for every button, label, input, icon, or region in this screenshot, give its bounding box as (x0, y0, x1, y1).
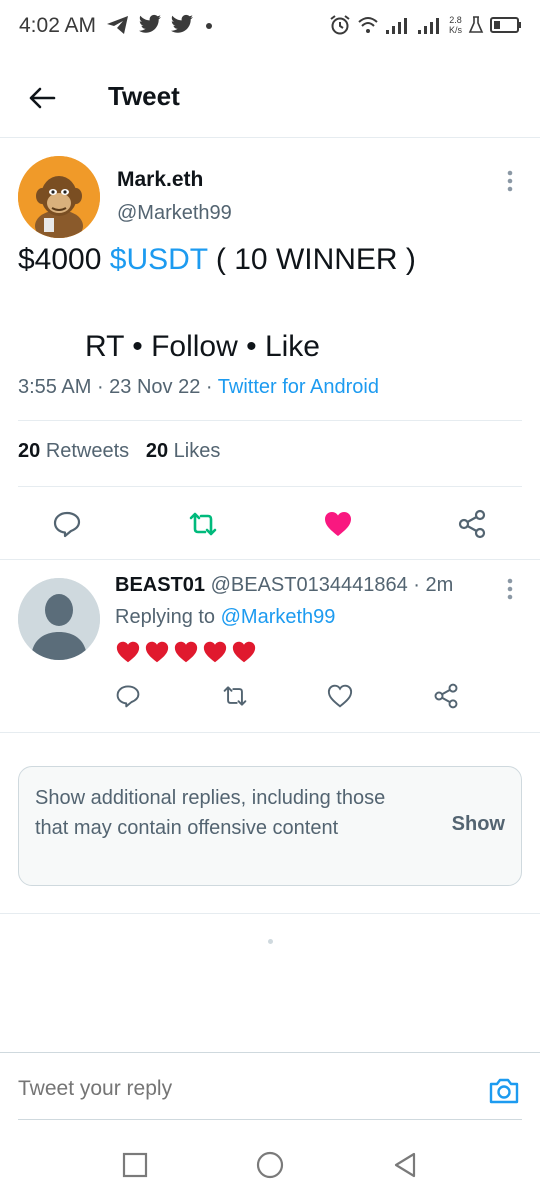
net-speed-value: 2.8 (449, 15, 462, 25)
reply-reply-button[interactable] (108, 676, 148, 716)
heart-filled-icon (325, 512, 351, 536)
reply-input[interactable] (18, 1077, 289, 1101)
replying-mention-link[interactable]: @Marketh99 (221, 606, 336, 628)
app-header: Tweet (0, 56, 540, 138)
reply-icon (116, 685, 140, 708)
tweet-action-bar (0, 504, 540, 544)
divider (0, 913, 540, 914)
camera-icon (489, 1078, 519, 1104)
circle-icon (256, 1151, 284, 1179)
status-time: 4:02 AM (19, 14, 97, 37)
recents-button[interactable] (118, 1148, 152, 1182)
reply-like-button[interactable] (320, 676, 360, 716)
tweet-source-link[interactable]: Twitter for Android (218, 376, 379, 398)
red-heart-emoji-icon (116, 641, 140, 663)
reply-share-button[interactable] (426, 676, 466, 716)
tweet-meta: 3:55 AM · 23 Nov 22 · Twitter for Androi… (18, 376, 379, 398)
tweet-time: 3:55 AM (18, 376, 92, 398)
retweets-count[interactable]: 20 (18, 440, 40, 462)
divider (18, 486, 522, 487)
reply-composer (0, 1052, 540, 1122)
reply-button[interactable] (47, 504, 87, 544)
telegram-icon (107, 16, 128, 34)
page-title: Tweet (108, 81, 180, 111)
author-handle[interactable]: @Marketh99 (117, 202, 232, 225)
loading-dot (268, 939, 273, 944)
author-name[interactable]: Mark.eth (117, 168, 203, 192)
square-icon (122, 1152, 148, 1178)
reply-author-handle[interactable]: @BEAST0134441864 (211, 574, 408, 596)
back-arrow-icon (29, 87, 56, 109)
tweet-text-line-1: $4000 $USDT ( 10 WINNER ) (18, 243, 416, 277)
back-button[interactable] (22, 78, 62, 118)
additional-replies-box[interactable]: Show additional replies, including those… (18, 766, 522, 886)
reply-header: BEAST01 @BEAST0134441864 · 2m (115, 574, 454, 596)
tweet-more-button[interactable] (500, 168, 520, 194)
reply-retweet-button[interactable] (215, 676, 255, 716)
likes-count[interactable]: 20 (146, 440, 168, 462)
retweet-icon (223, 686, 247, 706)
dot-icon (206, 23, 212, 29)
wifi-icon (358, 17, 378, 33)
more-vertical-icon (507, 170, 513, 192)
ape-avatar-icon (18, 156, 100, 238)
status-left-icons (106, 14, 216, 36)
heart-outline-icon (327, 684, 353, 708)
reply-more-button[interactable] (500, 576, 520, 602)
red-heart-emoji-icon (232, 641, 256, 663)
twitter-icon (139, 14, 161, 33)
lab-icon (468, 16, 484, 33)
more-vertical-icon (507, 578, 513, 600)
default-avatar-icon (18, 578, 100, 660)
net-speed: 2.8 K/s (449, 15, 462, 35)
show-button[interactable]: Show (452, 813, 505, 836)
back-nav-button[interactable] (388, 1148, 422, 1182)
author-avatar[interactable] (18, 156, 100, 238)
additional-replies-text: Show additional replies, including those… (35, 787, 386, 839)
reply-author-name[interactable]: BEAST01 (115, 574, 205, 596)
red-heart-emoji-icon (174, 641, 198, 663)
share-icon (458, 509, 486, 539)
status-bar: 4:02 AM 2.8 K/s (0, 0, 540, 56)
share-icon (434, 683, 458, 709)
status-right-icons: 2.8 K/s (329, 14, 522, 36)
replying-label: Replying to (115, 606, 221, 628)
retweet-button[interactable] (183, 504, 223, 544)
like-button[interactable] (318, 504, 358, 544)
reply-age: 2m (425, 574, 454, 596)
alarm-icon (330, 15, 350, 35)
likes-label[interactable]: Likes (174, 440, 221, 462)
home-button[interactable] (253, 1148, 287, 1182)
reply-icon (53, 511, 81, 538)
divider (0, 732, 540, 733)
net-speed-unit: K/s (448, 25, 462, 35)
battery-icon (490, 17, 521, 33)
signal-icon (385, 18, 407, 34)
red-heart-emoji-icon (203, 641, 227, 663)
signal-icon (417, 18, 439, 34)
red-heart-emoji-icon (145, 641, 169, 663)
tweet-amount: $4000 (18, 243, 110, 276)
divider (0, 559, 540, 560)
cashtag-link[interactable]: $USDT (110, 243, 208, 276)
triangle-back-icon (394, 1152, 416, 1178)
retweet-icon (189, 512, 217, 536)
camera-button[interactable] (487, 1074, 521, 1108)
tweet-text-line-2: RT • Follow • Like (85, 330, 320, 363)
tweet-date: 23 Nov 22 (109, 376, 201, 398)
replying-to: Replying to @Marketh99 (115, 606, 335, 629)
share-button[interactable] (452, 504, 492, 544)
reply-text-hearts (115, 640, 257, 664)
composer-underline (18, 1119, 522, 1120)
retweets-label[interactable]: Retweets (46, 440, 129, 462)
reply-action-bar (0, 676, 540, 716)
reply-author-avatar[interactable] (18, 578, 100, 660)
tweet-stats: 20 Retweets 20 Likes (18, 440, 220, 463)
divider (18, 420, 522, 421)
system-nav-bar (0, 1128, 540, 1200)
tweet-text-rest: ( 10 WINNER ) (207, 243, 416, 276)
twitter-icon (171, 14, 193, 33)
